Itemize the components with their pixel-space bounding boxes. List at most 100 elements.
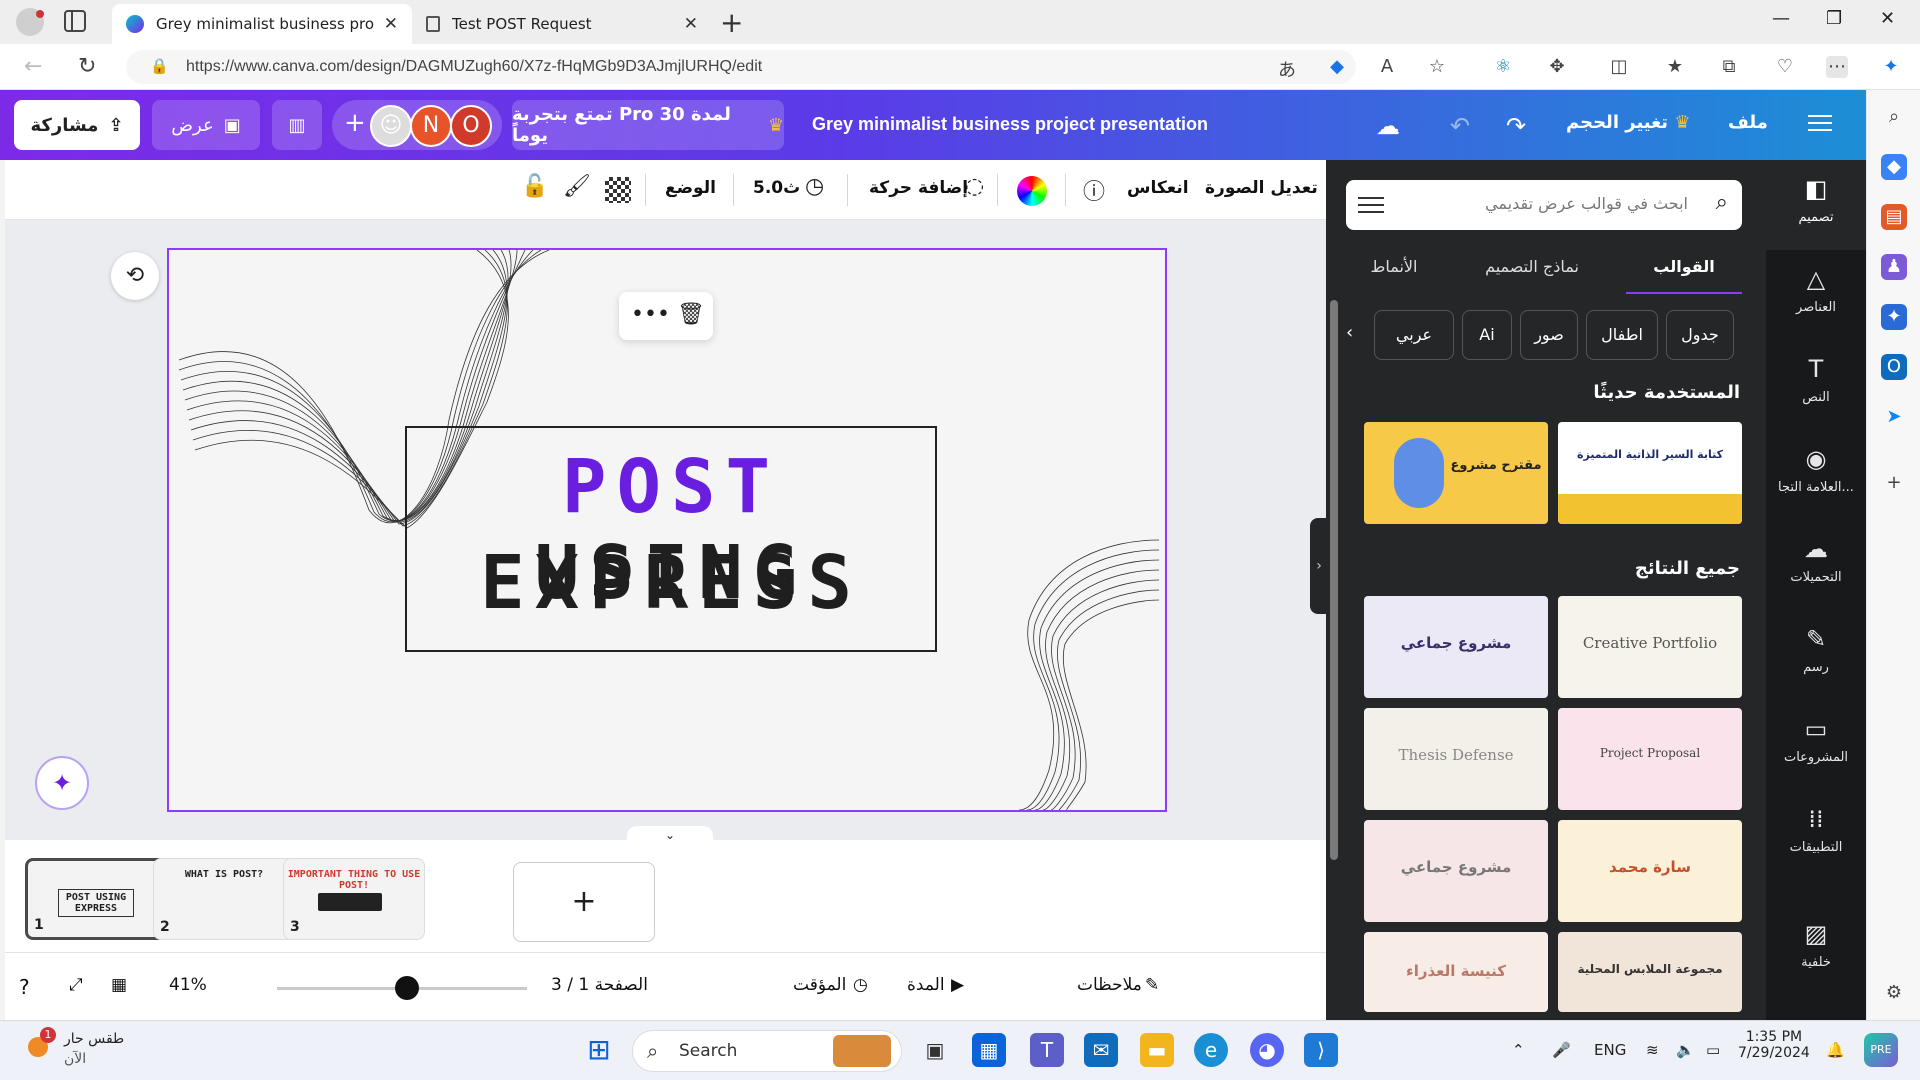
task-view-icon[interactable]: ▣ bbox=[918, 1033, 952, 1067]
store-icon[interactable]: ▦ bbox=[972, 1033, 1006, 1067]
filter-icon[interactable] bbox=[1358, 192, 1384, 218]
duration-button[interactable]: المدة bbox=[907, 975, 945, 995]
chip-arabic[interactable]: عربي bbox=[1374, 310, 1454, 360]
language-indicator[interactable]: ENG bbox=[1594, 1041, 1626, 1059]
edge-icon[interactable]: e bbox=[1194, 1033, 1228, 1067]
url-field[interactable]: 🔒 https://www.canva.com/design/DAGMUZugh… bbox=[126, 50, 1356, 84]
extensions-icon[interactable]: ✥ bbox=[1546, 56, 1568, 78]
delete-trash-icon[interactable]: 🗑 bbox=[677, 302, 705, 327]
vertical-tabs-icon[interactable] bbox=[64, 10, 86, 32]
read-aloud-icon[interactable]: A bbox=[1376, 56, 1398, 78]
more-options-icon[interactable]: ••• bbox=[631, 302, 670, 327]
nav-projects[interactable]: ▭ المشروعات bbox=[1766, 700, 1866, 790]
chevron-left-icon[interactable]: ‹ bbox=[1346, 322, 1353, 343]
magic-sparkle-icon[interactable]: ✦ bbox=[35, 756, 89, 810]
nav-design[interactable]: ◧ تصميم bbox=[1766, 160, 1866, 250]
wifi-icon[interactable]: ≋ bbox=[1646, 1041, 1659, 1059]
nav-uploads[interactable]: ☁ التحميلات bbox=[1766, 520, 1866, 610]
recent-template-2[interactable]: مقترح مشروع bbox=[1364, 422, 1548, 524]
shopping-tag-icon[interactable]: ◆ bbox=[1326, 56, 1348, 78]
template-search-input[interactable]: ابحث في قوالب عرض تقديمي ⌕ bbox=[1346, 180, 1742, 230]
share-button[interactable]: مشاركة ⇪ bbox=[14, 100, 140, 150]
avatar-n[interactable]: N bbox=[410, 105, 452, 147]
file-menu-button[interactable]: ملف bbox=[1728, 112, 1768, 133]
result-template-7[interactable]: مجموعة الملابس المحلية bbox=[1558, 932, 1742, 1012]
outlook-icon[interactable]: O bbox=[1881, 354, 1907, 380]
result-template-8[interactable]: كنيسة العذراء bbox=[1364, 932, 1548, 1012]
battery-icon[interactable]: ▭ bbox=[1706, 1041, 1720, 1059]
undo-icon[interactable]: ↶ bbox=[1450, 112, 1470, 140]
file-explorer-icon[interactable]: ▬ bbox=[1140, 1033, 1174, 1067]
chip-table[interactable]: جدول bbox=[1666, 310, 1734, 360]
settings-more-icon[interactable]: ⋯ bbox=[1826, 56, 1848, 78]
send-icon[interactable]: ➤ bbox=[1881, 404, 1907, 430]
page-thumb-3[interactable]: IMPORTANT THING TO USE POST! 3 bbox=[283, 858, 425, 940]
recent-template-1[interactable]: كتابة السير الذاتية المتميزة bbox=[1558, 422, 1742, 524]
result-template-3[interactable]: Project Proposal bbox=[1558, 708, 1742, 810]
tab-templates[interactable]: القوالب bbox=[1626, 250, 1742, 294]
collaborators-group[interactable]: + ☺ N O bbox=[332, 100, 502, 150]
toolbox-icon[interactable]: ▤ bbox=[1881, 204, 1907, 230]
result-template-1[interactable]: Creative Portfolio bbox=[1558, 596, 1742, 698]
resize-button[interactable]: تغيير الحجم ♛ bbox=[1566, 112, 1691, 133]
timer-button[interactable]: المؤقت bbox=[793, 975, 846, 995]
page-thumb-1[interactable]: POST USING EXPRESS 1 bbox=[25, 858, 167, 940]
new-tab-icon[interactable]: + bbox=[720, 6, 743, 39]
close-tab-icon[interactable]: ✕ bbox=[384, 14, 398, 34]
fullscreen-icon[interactable]: ⤢ bbox=[69, 975, 83, 995]
position-button[interactable]: الوضع bbox=[665, 178, 716, 198]
user-avatar-photo[interactable]: ☺ bbox=[370, 105, 412, 147]
close-tab-icon[interactable]: ✕ bbox=[684, 14, 698, 34]
minimize-icon[interactable]: — bbox=[1772, 8, 1790, 29]
collections-icon[interactable]: ⧉ bbox=[1718, 56, 1740, 78]
panel-scrollbar[interactable] bbox=[1330, 280, 1338, 980]
chip-ai[interactable]: Ai bbox=[1462, 310, 1512, 360]
grid-view-icon[interactable]: ▦ bbox=[111, 975, 127, 995]
shopping-icon[interactable]: ◆ bbox=[1881, 154, 1907, 180]
result-template-4[interactable]: Thesis Defense bbox=[1364, 708, 1548, 810]
add-page-button[interactable]: + bbox=[513, 862, 655, 942]
avatar-o[interactable]: O bbox=[450, 105, 492, 147]
performance-icon[interactable]: ♡ bbox=[1774, 56, 1796, 78]
nav-apps[interactable]: ⁞⁞ التطبيقات bbox=[1766, 790, 1866, 880]
notifications-bell-icon[interactable]: 🔔 bbox=[1826, 1041, 1845, 1059]
pro-trial-button[interactable]: تمتع بتجربة Pro لمدة 30 يوماً ♛ bbox=[512, 100, 784, 150]
zoom-level[interactable]: 41% bbox=[169, 975, 207, 995]
edit-image-button[interactable]: تعديل الصورة bbox=[1205, 178, 1318, 198]
copy-style-icon[interactable]: 🖌 bbox=[563, 174, 591, 199]
favorite-star-icon[interactable]: ☆ bbox=[1426, 56, 1448, 78]
result-template-6[interactable]: مشروع جماعي bbox=[1364, 820, 1548, 922]
show-hidden-icons-icon[interactable]: ⌃ bbox=[1512, 1041, 1525, 1059]
games-icon[interactable]: ♟ bbox=[1881, 254, 1907, 280]
title-frame[interactable]: POST USING EXPRESS bbox=[405, 426, 937, 652]
document-title[interactable]: Grey minimalist business project present… bbox=[800, 114, 1220, 135]
chip-kids[interactable]: اطفال bbox=[1586, 310, 1658, 360]
redo-icon[interactable]: ↷ bbox=[1506, 112, 1526, 140]
refresh-icon[interactable]: ↻ bbox=[78, 54, 96, 79]
favorites-icon[interactable]: ★ bbox=[1664, 56, 1686, 78]
volume-icon[interactable]: 🔈 bbox=[1676, 1041, 1695, 1059]
tab-design-samples[interactable]: نماذج التصميم bbox=[1462, 250, 1602, 294]
search-icon[interactable]: ⌕ bbox=[1881, 104, 1907, 130]
collapse-panel-handle[interactable]: › bbox=[1310, 518, 1328, 614]
search-icon[interactable]: ⌕ bbox=[1716, 190, 1728, 215]
notes-pen-icon[interactable]: ✎ bbox=[1145, 975, 1159, 995]
add-sidebar-app-icon[interactable]: + bbox=[1881, 470, 1907, 496]
tab-canva[interactable]: Grey minimalist business project ✕ bbox=[112, 4, 412, 44]
transparency-icon[interactable] bbox=[605, 177, 631, 203]
split-screen-icon[interactable]: ◫ bbox=[1608, 56, 1630, 78]
page-indicator[interactable]: الصفحة 1 / 3 bbox=[551, 975, 648, 995]
copilot-app-icon[interactable]: ✦ bbox=[1881, 304, 1907, 330]
windows-start-icon[interactable]: ⊞ bbox=[582, 1033, 616, 1067]
close-window-icon[interactable]: ✕ bbox=[1880, 8, 1895, 29]
add-animation-button[interactable]: إضافة حركة bbox=[869, 178, 968, 198]
zoom-slider-handle[interactable] bbox=[395, 976, 419, 1000]
present-button[interactable]: عرض ▣ bbox=[152, 100, 260, 150]
color-picker-icon[interactable] bbox=[1017, 176, 1047, 206]
extension-react-icon[interactable]: ⚛ bbox=[1492, 56, 1514, 78]
chip-photos[interactable]: صور bbox=[1520, 310, 1578, 360]
nav-brand[interactable]: ◉ العلامة التجا... bbox=[1766, 430, 1866, 520]
help-icon[interactable]: ? bbox=[19, 975, 30, 999]
maximize-icon[interactable]: ❐ bbox=[1826, 8, 1842, 29]
menu-icon[interactable] bbox=[1808, 110, 1832, 136]
